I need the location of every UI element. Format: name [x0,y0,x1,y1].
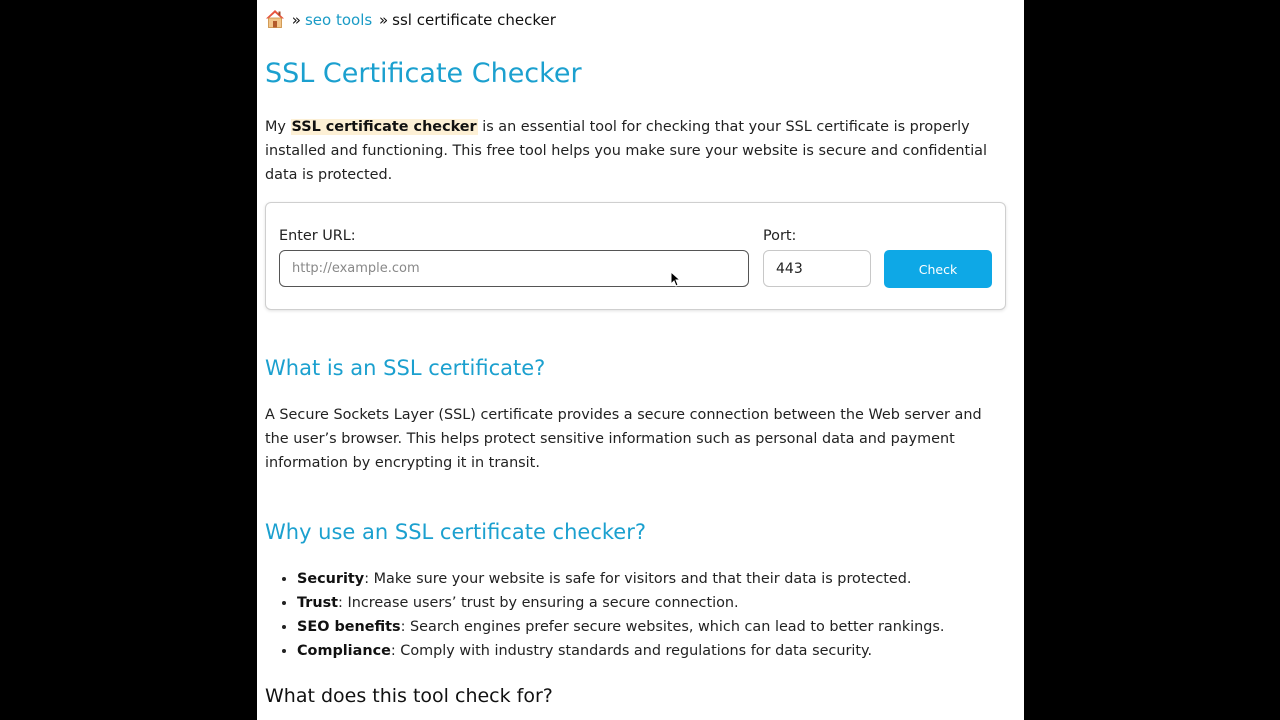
benefit-text: : Comply with industry standards and reg… [390,643,873,659]
list-item: Trust: Increase users’ trust by ensuring… [297,591,944,615]
intro-highlight: SSL certificate checker [290,119,478,135]
home-icon[interactable] [265,9,285,29]
page: » seo tools » ssl certificate checker SSL … [257,0,1024,720]
list-item: Compliance: Comply with industry standar… [297,639,944,663]
mouse-cursor-icon [670,271,680,287]
breadcrumb-separator: » [378,11,389,29]
benefit-text: : Search engines prefer secure websites,… [400,619,945,635]
benefit-text: : Make sure your website is safe for vis… [364,571,912,587]
check-button[interactable]: Check [884,250,992,288]
ssl-checker-form: Enter URL: Port: Check [265,202,1006,310]
list-item: SEO benefits: Search engines prefer secu… [297,615,944,639]
benefit-term: Security [297,571,365,587]
benefit-term: SEO benefits [297,619,401,635]
breadcrumb-separator: » [291,11,301,29]
intro-paragraph: My SSL certificate checker is an essenti… [265,115,1006,187]
breadcrumb-link-seo-tools[interactable]: seo tools [305,11,372,29]
what-does-tool-check-heading: What does this tool check for? [265,685,553,707]
why-use-heading: Why use an SSL certificate checker? [265,520,646,544]
what-is-ssl-heading: What is an SSL certificate? [265,356,546,380]
page-title: SSL Certificate Checker [265,58,582,89]
intro-prefix: My [265,119,291,135]
port-label: Port: [763,228,797,244]
port-input[interactable] [763,250,871,287]
benefit-term: Trust [297,595,339,611]
breadcrumb-current: ssl certificate checker [392,11,556,29]
url-label: Enter URL: [279,228,356,244]
list-item: Security: Make sure your website is safe… [297,567,944,591]
benefit-term: Compliance [297,643,391,659]
benefits-list: Security: Make sure your website is safe… [265,567,944,663]
breadcrumb: » seo tools » ssl certificate checker [265,9,556,31]
benefit-text: : Increase users’ trust by ensuring a se… [338,595,739,611]
what-is-ssl-paragraph: A Secure Sockets Layer (SSL) certificate… [265,407,982,471]
